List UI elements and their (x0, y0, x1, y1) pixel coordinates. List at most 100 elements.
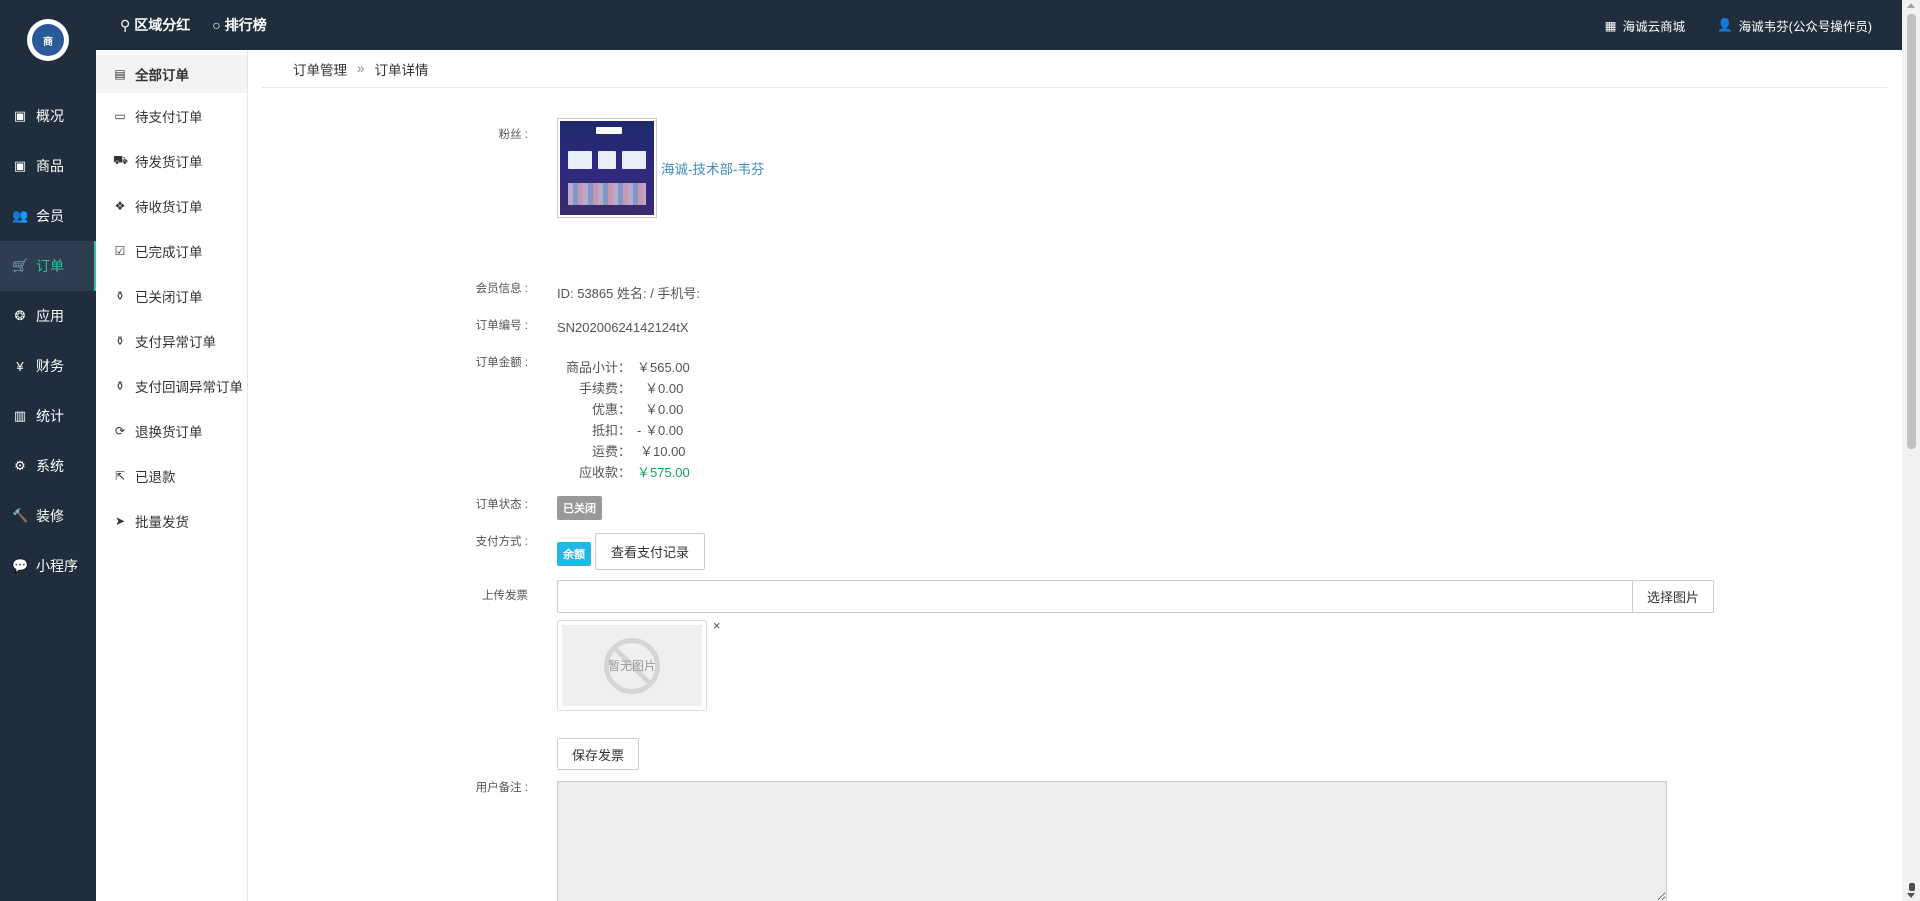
sub-item-label: 已退款 (135, 469, 176, 485)
sidebar-item-label: 商品 (36, 158, 64, 174)
sub-item-all-orders[interactable]: ▤ 全部订单 (96, 55, 247, 93)
trash-icon: ⚱ (114, 333, 126, 348)
sub-item-pending-payment[interactable]: ▭ 待支付订单 (96, 93, 247, 138)
shop-switch-link[interactable]: ▦ 海诚云商城 (1605, 16, 1685, 35)
sub-item-label: 待支付订单 (135, 109, 203, 125)
amount-value: ￥575.00 (637, 465, 690, 480)
sidebar-item-miniprogram[interactable]: 💬 小程序 (0, 541, 96, 591)
sidebar-item-goods[interactable]: ▣ 商品 (0, 141, 96, 191)
view-payment-record-button[interactable]: 查看支付记录 (595, 533, 705, 570)
user-remark-textarea[interactable] (557, 781, 1667, 901)
dropbox-icon: ❖ (114, 198, 126, 213)
user-icon: 👤 (1717, 17, 1733, 32)
amount-value: ￥0.00 (645, 381, 684, 396)
top-nav-region-dividend[interactable]: ⚲ 区域分红 (120, 15, 190, 35)
trash-icon: ⚱ (114, 378, 126, 393)
payment-method-badge: 余额 (557, 542, 591, 566)
sidebar-item-apps[interactable]: ❂ 应用 (0, 291, 96, 341)
member-info-label: 会员信息 : (475, 283, 528, 295)
sidebar-item-label: 订单 (36, 258, 64, 274)
sidebar-item-label: 财务 (36, 358, 64, 374)
paper-plane-icon: ➤ (114, 513, 126, 528)
amount-row-subtotal: 商品小计： ￥565.00 (555, 357, 690, 376)
upload-invoice-label: 上传发票 (482, 590, 528, 602)
amount-row-shipping: 运费： ￥10.00 (555, 441, 686, 460)
sub-item-closed[interactable]: ⚱ 已关闭订单 (96, 273, 247, 318)
save-invoice-button[interactable]: 保存发票 (557, 738, 639, 770)
sub-item-label: 待收货订单 (135, 199, 203, 215)
user-menu[interactable]: 👤 海诚韦芬(公众号操作员) (1717, 16, 1872, 35)
bar-chart-icon: ▥ (13, 408, 27, 423)
sub-item-completed[interactable]: ☑ 已完成订单 (96, 228, 247, 273)
choose-image-button[interactable]: 选择图片 (1632, 580, 1714, 613)
sidebar-item-overview[interactable]: ▣ 概况 (0, 91, 96, 141)
payment-method-label: 支付方式 : (475, 536, 528, 548)
avatar-card-shape (622, 151, 646, 169)
sidebar-item-finance[interactable]: ¥ 财务 (0, 341, 96, 391)
trash-icon: ⚱ (114, 288, 126, 303)
top-nav-ranking[interactable]: ○ 排行榜 (212, 15, 266, 35)
logo[interactable]: 商 (27, 19, 69, 61)
no-image-text: 暂无图片 (607, 659, 656, 673)
refresh-icon: ⟳ (114, 423, 126, 438)
circle-icon: ○ (212, 17, 221, 33)
amount-row-fee: 手续费： ￥0.00 (555, 378, 683, 397)
page-scrollbar[interactable] (1902, 0, 1920, 901)
main-sidebar: ▣ 概况 ▣ 商品 👥 会员 🛒 订单 ❂ 应用 ¥ 财务 ▥ 统计 ⚙ 系统 🔨 装修 💬 小程序 (0, 50, 96, 901)
invoice-path-input[interactable] (557, 580, 1633, 613)
fan-name-link[interactable]: 海诚-技术部-韦芬 (661, 158, 765, 178)
check-square-icon: ☑ (114, 243, 126, 258)
order-status-label: 订单状态 : (475, 499, 528, 511)
sub-item-label: 退换货订单 (135, 424, 203, 440)
amount-key: 手续费： (578, 381, 631, 396)
scroll-down-arrow-icon[interactable] (1907, 893, 1915, 898)
amount-key: 运费： (591, 444, 631, 459)
sub-item-label: 支付回调异常订单 (135, 379, 243, 395)
gears-icon: ⚙ (14, 458, 26, 473)
truck-icon: ⛟ (113, 152, 129, 167)
scrollbar-grip (1909, 883, 1915, 891)
share-square-icon: ⇱ (114, 468, 126, 483)
sub-item-payment-exception[interactable]: ⚱ 支付异常订单 (96, 318, 247, 363)
box-icon: ▣ (13, 158, 27, 173)
sidebar-item-label: 应用 (36, 308, 64, 324)
sub-item-callback-exception[interactable]: ⚱ 支付回调异常订单 (96, 363, 247, 408)
breadcrumb-parent[interactable]: 订单管理 (293, 59, 347, 79)
member-info-value: ID: 53865 姓名: / 手机号: (557, 286, 701, 301)
sub-item-pending-receipt[interactable]: ❖ 待收货订单 (96, 183, 247, 228)
sub-item-refunded[interactable]: ⇱ 已退款 (96, 453, 247, 498)
sub-item-label: 批量发货 (135, 514, 189, 530)
sidebar-item-statistics[interactable]: ▥ 统计 (0, 391, 96, 441)
sidebar-item-label: 小程序 (36, 558, 78, 574)
fan-avatar-image (560, 121, 654, 215)
sidebar-item-system[interactable]: ⚙ 系统 (0, 441, 96, 491)
order-no-label: 订单编号 : (475, 320, 528, 332)
fan-avatar (557, 118, 657, 218)
user-remark-label: 用户备注 : (475, 782, 528, 794)
sidebar-item-label: 统计 (36, 408, 64, 424)
amount-value: ￥565.00 (637, 360, 690, 375)
remove-image-icon[interactable]: × (713, 618, 721, 633)
sub-item-returns[interactable]: ⟳ 退换货订单 (96, 408, 247, 453)
sub-item-pending-shipment[interactable]: ⛟ 待发货订单 (96, 138, 247, 183)
sub-item-label: 已完成订单 (135, 244, 203, 260)
top-nav-label: 区域分红 (134, 17, 191, 33)
order-no-value: SN20200624142124tX (557, 320, 689, 335)
scrollbar-thumb[interactable] (1907, 14, 1916, 449)
sidebar-item-orders[interactable]: 🛒 订单 (0, 241, 96, 291)
sidebar-item-decoration[interactable]: 🔨 装修 (0, 491, 96, 541)
sub-item-batch-ship[interactable]: ➤ 批量发货 (96, 498, 247, 543)
order-sub-sidebar: ▤ 全部订单 ▭ 待支付订单 ⛟ 待发货订单 ❖ 待收货订单 ☑ 已完成订单 ⚱ 已关闭订单… (96, 50, 248, 901)
amount-row-deduction: 抵扣： - ￥0.00 (555, 420, 683, 439)
sidebar-item-label: 会员 (36, 208, 64, 224)
amount-value: ￥10.00 (640, 444, 686, 459)
credit-card-icon: ▭ (114, 108, 126, 123)
scroll-up-arrow-icon[interactable] (1907, 3, 1915, 8)
top-bar: ⚲ 区域分红 ○ 排行榜 ▦ 海诚云商城 👤 海诚韦芬(公众号操作员) (0, 0, 1902, 50)
sub-item-label: 支付异常订单 (135, 334, 216, 350)
breadcrumb: 订单管理 » 订单详情 (262, 50, 1887, 88)
invoice-image-preview: 暂无图片 (557, 620, 707, 711)
sidebar-item-members[interactable]: 👥 会员 (0, 191, 96, 241)
grid-icon: ▦ (1604, 18, 1617, 33)
cubes-icon: ❂ (14, 308, 26, 323)
